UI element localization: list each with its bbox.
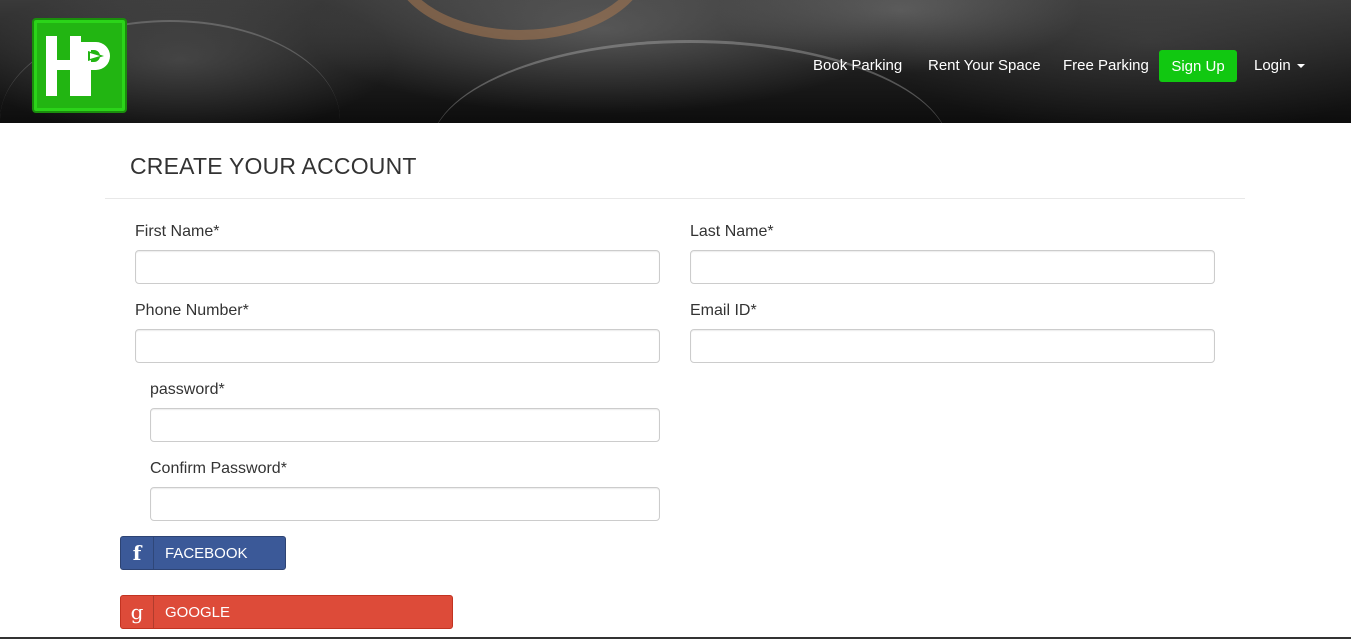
signup-button-label: Sign Up bbox=[1171, 57, 1225, 75]
google-signup-button[interactable]: g GOOGLE bbox=[120, 595, 453, 629]
title-divider bbox=[105, 198, 1245, 199]
last-name-input[interactable] bbox=[690, 250, 1215, 284]
login-label: Login bbox=[1254, 57, 1291, 74]
hp-logo-icon bbox=[46, 36, 110, 96]
email-input[interactable] bbox=[690, 329, 1215, 363]
nav-rent-your-space[interactable]: Rent Your Space bbox=[928, 57, 1041, 74]
page-title: CREATE YOUR ACCOUNT bbox=[130, 153, 417, 179]
header-background-decoration bbox=[430, 40, 950, 123]
confirm-password-label: Confirm Password* bbox=[150, 460, 287, 477]
password-input[interactable] bbox=[150, 408, 660, 442]
nav-book-parking[interactable]: Book Parking bbox=[813, 57, 902, 74]
site-header: Book Parking Rent Your Space Free Parkin… bbox=[0, 0, 1351, 123]
last-name-label: Last Name* bbox=[690, 223, 774, 240]
facebook-signup-button[interactable]: f FACEBOOK bbox=[120, 536, 286, 570]
site-logo[interactable] bbox=[32, 18, 127, 113]
signup-button[interactable]: Sign Up bbox=[1159, 50, 1237, 82]
first-name-label: First Name* bbox=[135, 223, 220, 240]
header-background-decoration bbox=[390, 0, 650, 40]
password-label: password* bbox=[150, 381, 225, 398]
nav-free-parking[interactable]: Free Parking bbox=[1063, 57, 1149, 74]
first-name-input[interactable] bbox=[135, 250, 660, 284]
google-button-label: GOOGLE bbox=[165, 603, 231, 621]
confirm-password-input[interactable] bbox=[150, 487, 660, 521]
phone-number-input[interactable] bbox=[135, 329, 660, 363]
phone-number-label: Phone Number* bbox=[135, 302, 249, 319]
email-label: Email ID* bbox=[690, 302, 757, 319]
facebook-button-label: FACEBOOK bbox=[165, 544, 248, 562]
google-icon: g bbox=[121, 596, 154, 628]
caret-down-icon bbox=[1296, 64, 1305, 69]
facebook-icon: f bbox=[121, 537, 154, 569]
login-dropdown[interactable]: Login bbox=[1254, 57, 1305, 74]
